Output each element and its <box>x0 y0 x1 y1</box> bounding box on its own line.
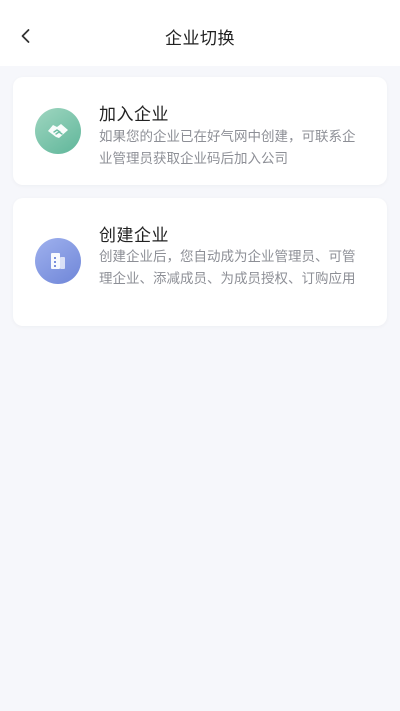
join-company-title: 加入企业 <box>99 105 169 125</box>
building-icon <box>35 238 81 284</box>
join-company-description: 如果您的企业已在好气网中创建，可联系企业管理员获取企业码后加入公司 <box>99 129 356 167</box>
create-company-description: 创建企业后，您自动成为企业管理员、可管理企业、添减成员、为成员授权、订购应用 <box>99 249 356 287</box>
join-company-card[interactable]: 加入企业 如果您的企业已在好气网中创建，可联系企业管理员获取企业码后加入公司 <box>13 77 387 185</box>
handshake-icon <box>35 108 81 154</box>
top-bar: 企业切换 <box>0 0 400 66</box>
create-company-card[interactable]: 创建企业 创建企业后，您自动成为企业管理员、可管理企业、添减成员、为成员授权、订… <box>13 198 387 326</box>
page-title: 企业切换 <box>165 29 235 49</box>
create-company-title: 创建企业 <box>99 226 169 246</box>
